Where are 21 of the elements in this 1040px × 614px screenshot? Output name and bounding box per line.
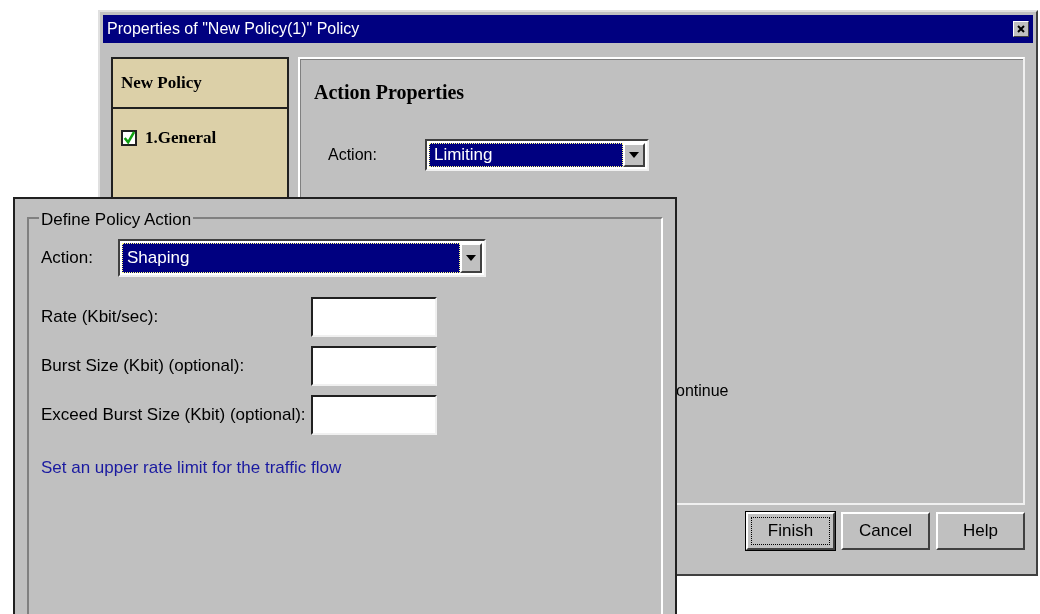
field-label: Burst Size (Kbit) (optional):: [41, 355, 246, 378]
sidebar-heading: New Policy: [121, 72, 202, 95]
input-field[interactable]: [311, 346, 437, 386]
field-label: Rate (Kbit/sec):: [41, 306, 160, 329]
field-label: Exceed Burst Size (Kbit) (optional):: [41, 404, 307, 427]
close-icon[interactable]: [1013, 21, 1029, 37]
dialog-button[interactable]: Cancel: [841, 512, 930, 550]
action-dropdown[interactable]: Shaping: [118, 239, 486, 277]
panel-heading: Action Properties: [314, 80, 465, 106]
checkbox[interactable]: [121, 129, 137, 146]
option-label: ontinue: [676, 381, 729, 401]
action-label: Action:: [41, 247, 93, 270]
dialog-button[interactable]: Finish: [746, 512, 835, 550]
sidebar-item[interactable]: 1.General: [145, 125, 217, 151]
dialog-button[interactable]: Help: [936, 512, 1025, 550]
hint-text: Set an upper rate limit for the traffic flow: [41, 457, 343, 479]
input-field[interactable]: [311, 395, 437, 435]
input-field[interactable]: [311, 297, 437, 337]
window-title: Properties of "New Policy(1)" Policy: [107, 19, 360, 39]
action-dropdown[interactable]: Limiting: [424, 139, 649, 171]
action-label: Action:: [328, 145, 377, 165]
